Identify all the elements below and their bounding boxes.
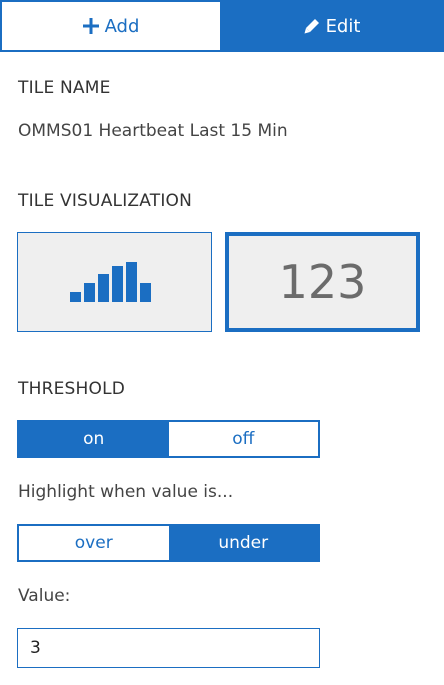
tab-add-label: Add <box>104 15 140 37</box>
pencil-icon <box>304 18 320 34</box>
threshold-toggle: on off <box>17 420 320 458</box>
threshold-heading: THRESHOLD <box>18 379 126 399</box>
plus-icon <box>82 18 99 34</box>
tab-add[interactable]: Add <box>0 0 220 52</box>
highlight-over-option[interactable]: over <box>19 526 169 560</box>
tab-edit-label: Edit <box>325 15 361 37</box>
highlight-toggle: over under <box>17 524 320 562</box>
tile-name-value[interactable]: OMMS01 Heartbeat Last 15 Min <box>18 121 288 141</box>
highlight-hint: Highlight when value is... <box>18 482 234 502</box>
viz-option-number[interactable]: 123 <box>225 232 420 332</box>
value-label: Value: <box>18 586 71 606</box>
bar-chart-icon <box>70 262 151 302</box>
highlight-under-option[interactable]: under <box>168 526 318 560</box>
tile-visualization-heading: TILE VISUALIZATION <box>18 191 193 211</box>
viz-option-bar-chart[interactable] <box>17 232 212 332</box>
tab-edit[interactable]: Edit <box>220 0 444 52</box>
value-input[interactable] <box>17 628 320 668</box>
viz-number-label: 123 <box>278 255 367 309</box>
threshold-on-option[interactable]: on <box>19 422 169 456</box>
tile-name-heading: TILE NAME <box>18 78 111 98</box>
mode-tabs: Add Edit <box>0 0 444 52</box>
threshold-off-option[interactable]: off <box>168 422 318 456</box>
